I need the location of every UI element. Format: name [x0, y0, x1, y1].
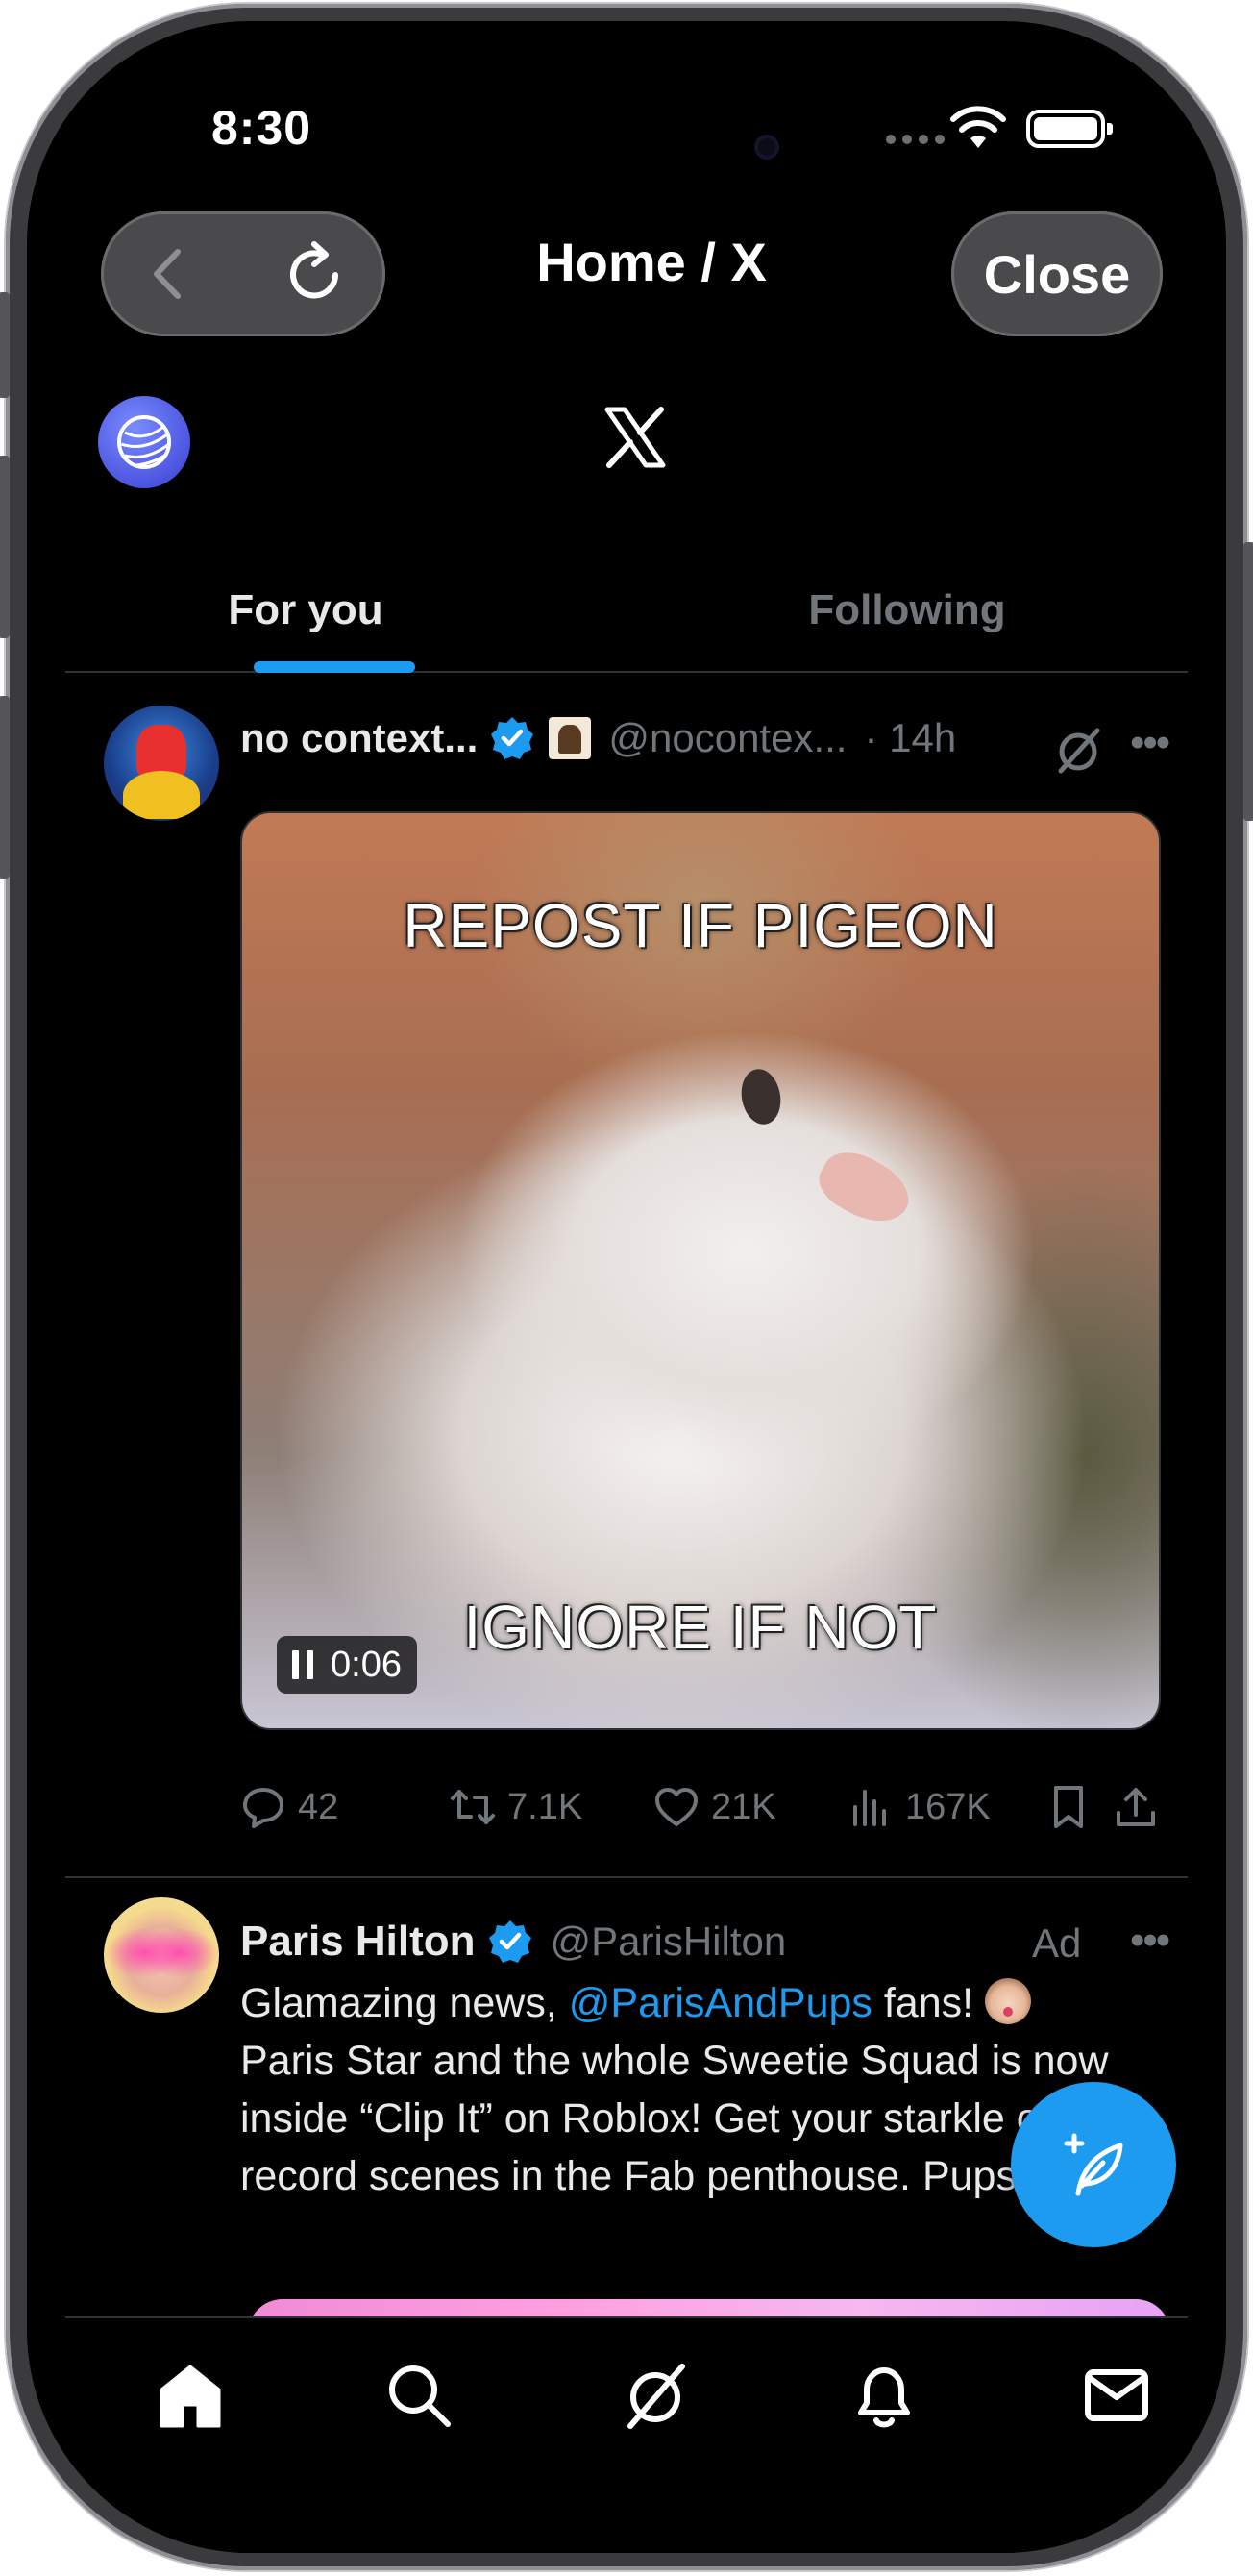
- tweet-divider: [65, 1876, 1188, 1878]
- tweet-text[interactable]: Glamazing news, @ParisAndPups fans! Pari…: [240, 1974, 1143, 2205]
- tab-following[interactable]: Following: [626, 586, 1188, 634]
- reply-icon: [243, 1788, 283, 1828]
- tab-for-you[interactable]: For you: [65, 586, 546, 634]
- tweet-header: Paris Hilton @ParisHilton: [240, 1913, 786, 1970]
- tweet-timestamp[interactable]: · 14h: [864, 715, 956, 761]
- profile-avatar[interactable]: [98, 396, 190, 488]
- pigeon-eye: [737, 1065, 785, 1128]
- video-caption-top: REPOST IF PIGEON: [403, 891, 998, 960]
- repost-button[interactable]: 7.1K: [450, 1784, 582, 1830]
- cellular-signal-icon: [886, 135, 945, 144]
- repost-count: 7.1K: [507, 1786, 583, 1827]
- tweet-author-handle[interactable]: @nocontex...: [608, 715, 847, 761]
- browser-nav-pill: [101, 211, 385, 336]
- tweet-author-avatar[interactable]: [104, 1897, 219, 2013]
- affiliate-badge-icon: [549, 717, 592, 759]
- bookmark-icon: [1054, 1786, 1083, 1828]
- tweet-video[interactable]: REPOST IF PIGEON IGNORE IF NOT 0:06: [240, 811, 1161, 1730]
- screen: 8:30 Home / X Close For you Following no…: [27, 21, 1226, 2553]
- ad-label: Ad: [1032, 1920, 1082, 1966]
- tweet-text-part: Paris Star and the whole Sweetie Squad i…: [240, 2038, 1143, 2199]
- active-tab-indicator: [254, 661, 415, 673]
- status-time: 8:30: [211, 101, 312, 155]
- grok-icon[interactable]: [1051, 723, 1105, 777]
- repost-icon: [451, 1790, 495, 1824]
- video-playback-chip[interactable]: 0:06: [277, 1636, 417, 1694]
- dog-emoji-icon: [985, 1978, 1032, 2024]
- views-chart-icon: [853, 1790, 886, 1826]
- x-logo-icon[interactable]: [602, 404, 669, 471]
- share-button[interactable]: [1113, 1784, 1159, 1830]
- power-button: [1243, 542, 1253, 821]
- front-camera: [754, 135, 779, 160]
- notifications-icon[interactable]: [848, 2359, 921, 2432]
- heart-icon: [655, 1788, 698, 1826]
- tweet-author-avatar[interactable]: [104, 706, 219, 821]
- reply-button[interactable]: 42: [240, 1784, 338, 1830]
- yarn-ball-icon: [117, 415, 171, 469]
- battery-icon: [1026, 110, 1113, 148]
- more-options-icon[interactable]: •••: [1130, 719, 1170, 767]
- tweet-author-name[interactable]: Paris Hilton: [240, 1918, 476, 1966]
- close-button[interactable]: Close: [951, 211, 1163, 336]
- tweet-header: no context... @nocontex... · 14h: [240, 709, 956, 767]
- pause-icon[interactable]: [292, 1650, 313, 1679]
- compose-post-icon: [1064, 2133, 1123, 2196]
- tweet-author-name[interactable]: no context...: [240, 715, 478, 761]
- share-icon: [1117, 1788, 1155, 1826]
- more-options-icon[interactable]: •••: [1130, 1917, 1170, 1965]
- reload-icon[interactable]: [278, 236, 353, 311]
- pigeon-beak: [810, 1140, 920, 1236]
- bookmark-button[interactable]: [1045, 1784, 1092, 1830]
- view-count: 167K: [905, 1786, 991, 1827]
- action-button: [0, 292, 10, 398]
- compose-post-button[interactable]: [1011, 2082, 1176, 2247]
- chevron-left-icon[interactable]: [137, 242, 201, 306]
- grok-icon[interactable]: [619, 2359, 692, 2432]
- bottom-navigation: [65, 2316, 1188, 2553]
- tweet-text-part: Glamazing news,: [240, 1980, 569, 2026]
- tweet-author-handle[interactable]: @ParisHilton: [551, 1919, 787, 1965]
- tweet-text-part: fans!: [872, 1980, 986, 2026]
- search-icon[interactable]: [382, 2359, 455, 2432]
- verified-badge-icon: [488, 1920, 531, 1963]
- wifi-icon: [950, 106, 1006, 148]
- messages-icon[interactable]: [1080, 2359, 1153, 2432]
- reply-count: 42: [298, 1786, 339, 1827]
- video-time: 0:06: [331, 1644, 402, 1685]
- volume-down-button: [0, 696, 10, 879]
- like-button[interactable]: 21K: [653, 1784, 776, 1830]
- volume-up-button: [0, 456, 10, 638]
- views-button[interactable]: 167K: [848, 1784, 991, 1830]
- verified-badge-icon: [491, 717, 534, 759]
- phone-frame: 8:30 Home / X Close For you Following no…: [0, 4, 1253, 2570]
- home-icon[interactable]: [154, 2359, 227, 2432]
- mention-link[interactable]: @ParisAndPups: [569, 1980, 872, 2026]
- timeline-tabs: For you Following: [65, 559, 1188, 673]
- browser-title: Home / X: [536, 232, 767, 292]
- like-count: 21K: [711, 1786, 776, 1827]
- tweet-actions: 42 7.1K 21K 167K: [240, 1784, 1182, 1842]
